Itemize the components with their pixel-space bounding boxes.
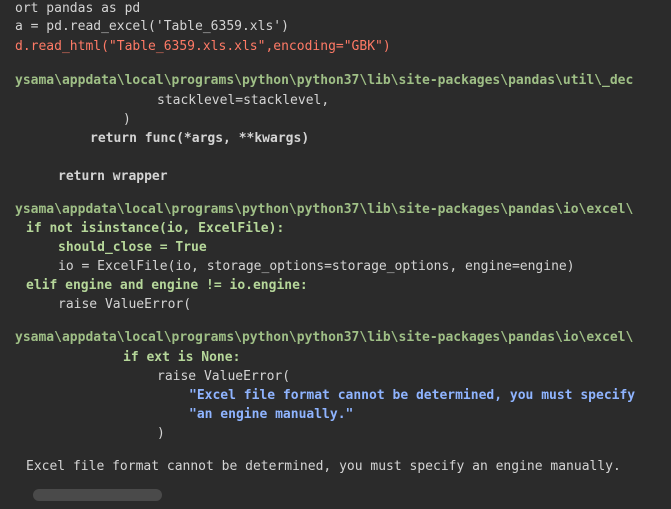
traceback-path-2: ysama\appdata\local\programs\python\pyth… bbox=[15, 202, 634, 217]
traceback-path-1: ysama\appdata\local\programs\python\pyth… bbox=[15, 73, 634, 88]
error-message: Excel file format cannot be determined, … bbox=[26, 459, 621, 474]
code-line-stacklevel: stacklevel=stacklevel, bbox=[157, 93, 330, 108]
code-line-paren: ) bbox=[123, 112, 131, 127]
code-line-raise-1: raise ValueError( bbox=[58, 297, 192, 312]
code-line-return-wrapper: return wrapper bbox=[58, 169, 168, 184]
horizontal-scrollbar[interactable] bbox=[33, 489, 162, 501]
code-line-error-string-1: "Excel file format cannot be determined,… bbox=[189, 388, 636, 403]
code-line-elif-engine: elif engine and engine != io.engine: bbox=[26, 278, 308, 293]
traceback-path-3: ysama\appdata\local\programs\python\pyth… bbox=[15, 330, 634, 345]
code-line-1: ort pandas as pd bbox=[15, 1, 141, 16]
code-line-return-func: return func(*args, **kwargs) bbox=[90, 131, 310, 146]
code-line-should-close: should_close = True bbox=[58, 240, 207, 255]
code-line-3: d.read_html("Table_6359.xls.xls",encodin… bbox=[15, 39, 391, 54]
code-line-error-string-2: "an engine manually." bbox=[189, 407, 354, 422]
code-line-2: a = pd.read_excel('Table_6359.xls') bbox=[15, 19, 289, 34]
code-line-raise-2: raise ValueError( bbox=[157, 369, 291, 384]
code-line-if-not-instance: if not isinstance(io, ExcelFile): bbox=[26, 221, 285, 236]
code-line-close-paren: ) bbox=[157, 426, 165, 441]
code-line-if-ext-none: if ext is None: bbox=[123, 350, 241, 365]
code-line-excelfile: io = ExcelFile(io, storage_options=stora… bbox=[58, 259, 575, 274]
